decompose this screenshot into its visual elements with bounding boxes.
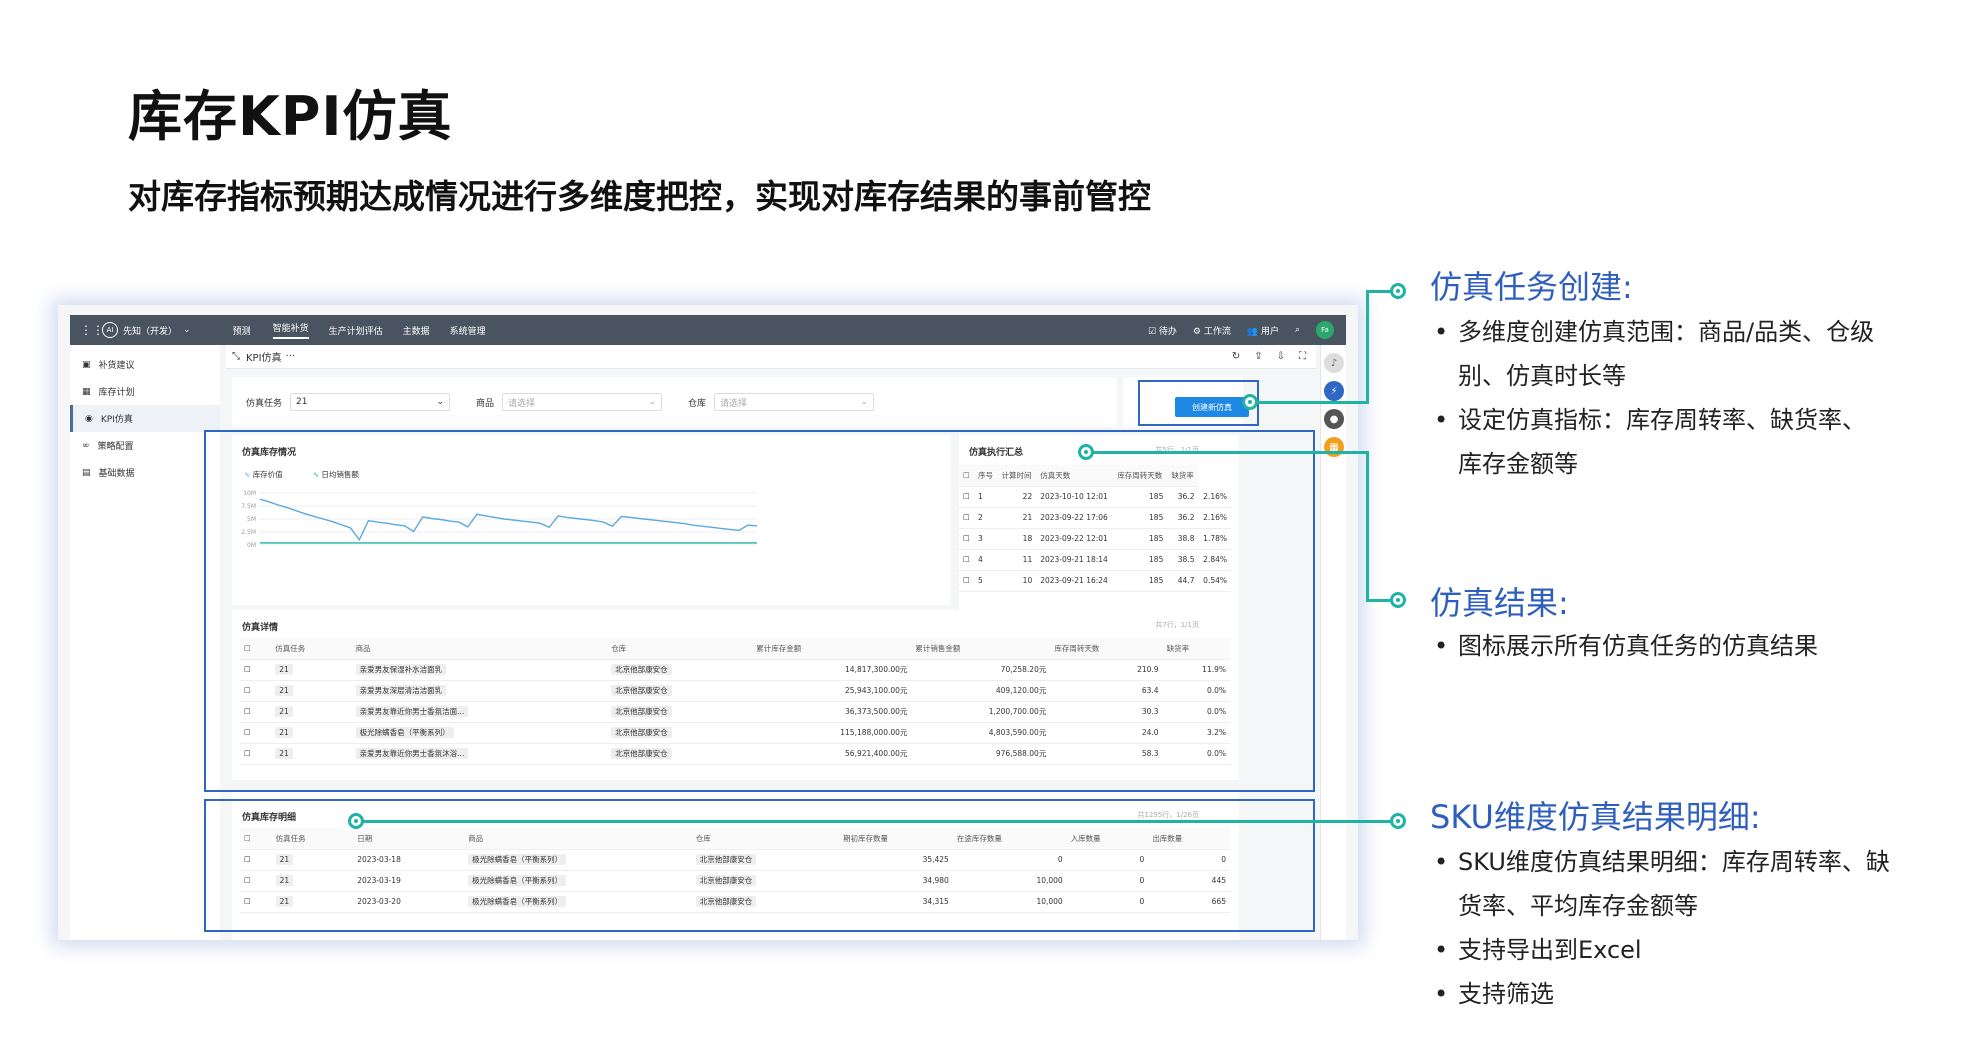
create-highlight-box bbox=[1138, 380, 1259, 426]
nav-forecast[interactable]: 预测 bbox=[233, 324, 251, 337]
annotation-text: 货率、平均库存金额等 bbox=[1458, 892, 1698, 920]
annotation-heading: 仿真任务创建: bbox=[1430, 268, 1633, 306]
connector-dot bbox=[1078, 444, 1094, 460]
connector-dot bbox=[1390, 283, 1406, 299]
warehouse-select[interactable]: 请选择 ⌄ bbox=[714, 393, 875, 411]
page-title: 库存KPI仿真 bbox=[128, 85, 453, 148]
annotation-bullets: 多维度创建仿真范围：商品/品类、仓级 别、仿真时长等 设定仿真指标：库存周转率、… bbox=[1430, 310, 1874, 486]
sidebar-item-label: KPI仿真 bbox=[100, 415, 133, 425]
connector-line bbox=[355, 820, 1395, 823]
brand-logo-icon: AI bbox=[102, 322, 118, 338]
filter-label-task: 仿真任务 bbox=[246, 398, 283, 409]
tab-kpi[interactable]: KPI仿真 bbox=[246, 349, 282, 364]
annotation-text: 库存金额等 bbox=[1458, 450, 1578, 478]
users-label: 用户 bbox=[1260, 326, 1279, 337]
annotation-bullets: 图标展示所有仿真任务的仿真结果 bbox=[1430, 624, 1818, 668]
refresh-icon[interactable]: ↻ bbox=[1232, 351, 1240, 362]
annotation-heading: SKU维度仿真结果明细: bbox=[1430, 798, 1761, 836]
annotation-text: 别、仿真时长等 bbox=[1458, 362, 1626, 390]
annotation-bullet: 多维度创建仿真范围：商品/品类、仓级 bbox=[1430, 310, 1874, 354]
notification-icon[interactable]: ● bbox=[1324, 409, 1344, 429]
sidebar-item-replenishment[interactable]: ▣ 补货建议 bbox=[70, 351, 220, 378]
sidebar-item-label: 库存计划 bbox=[98, 388, 135, 398]
chevron-down-icon: ⌄ bbox=[436, 397, 445, 407]
search-icon[interactable]: ⌕ bbox=[1295, 325, 1300, 335]
annotation-bullet: SKU维度仿真结果明细：库存周转率、缺 bbox=[1430, 840, 1890, 884]
page-subtitle: 对库存指标预期达成情况进行多维度把控，实现对库存结果的事前管控 bbox=[128, 177, 1151, 216]
connector-line bbox=[1085, 451, 1368, 454]
annotation-bullet-continued: 库存金额等 bbox=[1430, 442, 1874, 486]
brand-name[interactable]: 先知（开发） bbox=[123, 324, 177, 337]
connector-dot bbox=[1390, 813, 1406, 829]
annotation-bullet: 设定仿真指标：库存周转率、缺货率、 bbox=[1430, 398, 1874, 442]
avatar[interactable]: Fa bbox=[1316, 321, 1334, 339]
annotation-heading: 仿真结果: bbox=[1430, 584, 1569, 622]
truck-icon: ▣ bbox=[82, 359, 91, 370]
connector-dot bbox=[348, 813, 364, 829]
sidebar-item-label: 基础数据 bbox=[98, 469, 135, 479]
fullscreen-icon[interactable]: ⛶ bbox=[1299, 351, 1306, 362]
kpi-icon: ◉ bbox=[85, 413, 93, 424]
share-icon[interactable]: ⇪ bbox=[1254, 351, 1262, 362]
nav-system[interactable]: 系统管理 bbox=[450, 324, 486, 337]
workflow-label: 工作流 bbox=[1203, 326, 1231, 337]
bell-icon[interactable]: ♪ bbox=[1324, 353, 1344, 373]
nav-master-data[interactable]: 主数据 bbox=[403, 324, 430, 337]
tab-bar: ⤡ KPI仿真 ··· ↻ ⇪ ⇩ ⛶ bbox=[226, 345, 1316, 369]
sidebar: ▣ 补货建议 ▦ 库存计划 ◉ KPI仿真 ∞ 策略配置 ▤ 基础数据 bbox=[70, 345, 220, 940]
chevron-down-icon: ⌄ bbox=[648, 397, 657, 407]
sku-highlight-box bbox=[204, 799, 1315, 932]
nav-production-plan[interactable]: 生产计划评估 bbox=[329, 324, 383, 337]
sidebar-item-base-data[interactable]: ▤ 基础数据 bbox=[70, 459, 220, 486]
filter-label-product: 商品 bbox=[476, 398, 495, 409]
annotation-bullet: 支持导出到Excel bbox=[1430, 928, 1890, 972]
bolt-icon[interactable]: ⚡ bbox=[1324, 381, 1344, 401]
task-select-value: 21 bbox=[296, 397, 308, 407]
download-icon[interactable]: ⇩ bbox=[1277, 351, 1285, 362]
grid-icon: ▦ bbox=[82, 386, 91, 397]
sidebar-item-strategy[interactable]: ∞ 策略配置 bbox=[70, 432, 220, 459]
top-navbar: ⋮⋮ AI 先知（开发） ⌄ 预测 智能补货 生产计划评估 主数据 系统管理 ☑… bbox=[70, 315, 1346, 345]
annotation-bullet-continued: 别、仿真时长等 bbox=[1430, 354, 1874, 398]
apps-icon[interactable]: ▦ bbox=[1324, 437, 1344, 457]
todo-link[interactable]: ☑ 待办 bbox=[1148, 324, 1177, 337]
data-icon: ▤ bbox=[82, 467, 91, 478]
task-select[interactable]: 21 ⌄ bbox=[290, 393, 451, 411]
sidebar-item-label: 策略配置 bbox=[97, 442, 134, 452]
connector-dot bbox=[1242, 394, 1258, 410]
annotation-bullet: 图标展示所有仿真任务的仿真结果 bbox=[1430, 624, 1818, 668]
warehouse-select-placeholder: 请选择 bbox=[720, 398, 748, 409]
nav-replenishment[interactable]: 智能补货 bbox=[272, 321, 309, 339]
sidebar-item-label: 补货建议 bbox=[98, 361, 135, 371]
annotation-bullet-continued: 货率、平均库存金额等 bbox=[1430, 884, 1890, 928]
app-grid-icon[interactable]: ⋮⋮ bbox=[80, 323, 104, 337]
more-icon[interactable]: ··· bbox=[286, 351, 296, 362]
sidebar-item-kpi[interactable]: ◉ KPI仿真 bbox=[70, 405, 220, 432]
product-select[interactable]: 请选择 ⌄ bbox=[502, 393, 663, 411]
product-select-placeholder: 请选择 bbox=[508, 398, 536, 409]
collapse-icon[interactable]: ⤡ bbox=[232, 351, 240, 362]
workflow-link[interactable]: ⚙ 工作流 bbox=[1193, 324, 1231, 337]
right-rail: ♪ ⚡ ● ▦ bbox=[1320, 345, 1346, 940]
connector-dot bbox=[1390, 592, 1406, 608]
filter-label-warehouse: 仓库 bbox=[688, 398, 707, 409]
connector-line bbox=[1366, 290, 1369, 404]
chevron-down-icon: ⌄ bbox=[860, 397, 869, 407]
chevron-down-icon[interactable]: ⌄ bbox=[183, 325, 191, 335]
users-link[interactable]: 👥 用户 bbox=[1247, 324, 1279, 337]
annotation-bullet: 支持筛选 bbox=[1430, 972, 1890, 1016]
sidebar-item-inventory-plan[interactable]: ▦ 库存计划 bbox=[70, 378, 220, 405]
connector-line bbox=[1366, 451, 1369, 601]
annotation-bullets: SKU维度仿真结果明细：库存周转率、缺 货率、平均库存金额等 支持导出到Exce… bbox=[1430, 840, 1890, 1016]
link-icon: ∞ bbox=[82, 440, 90, 451]
connector-line bbox=[1250, 401, 1368, 404]
results-highlight-box bbox=[204, 430, 1315, 792]
filter-bar: 仿真任务 21 ⌄ 商品 请选择 ⌄ 仓库 请选择 ⌄ bbox=[232, 377, 1117, 427]
todo-label: 待办 bbox=[1158, 326, 1177, 337]
